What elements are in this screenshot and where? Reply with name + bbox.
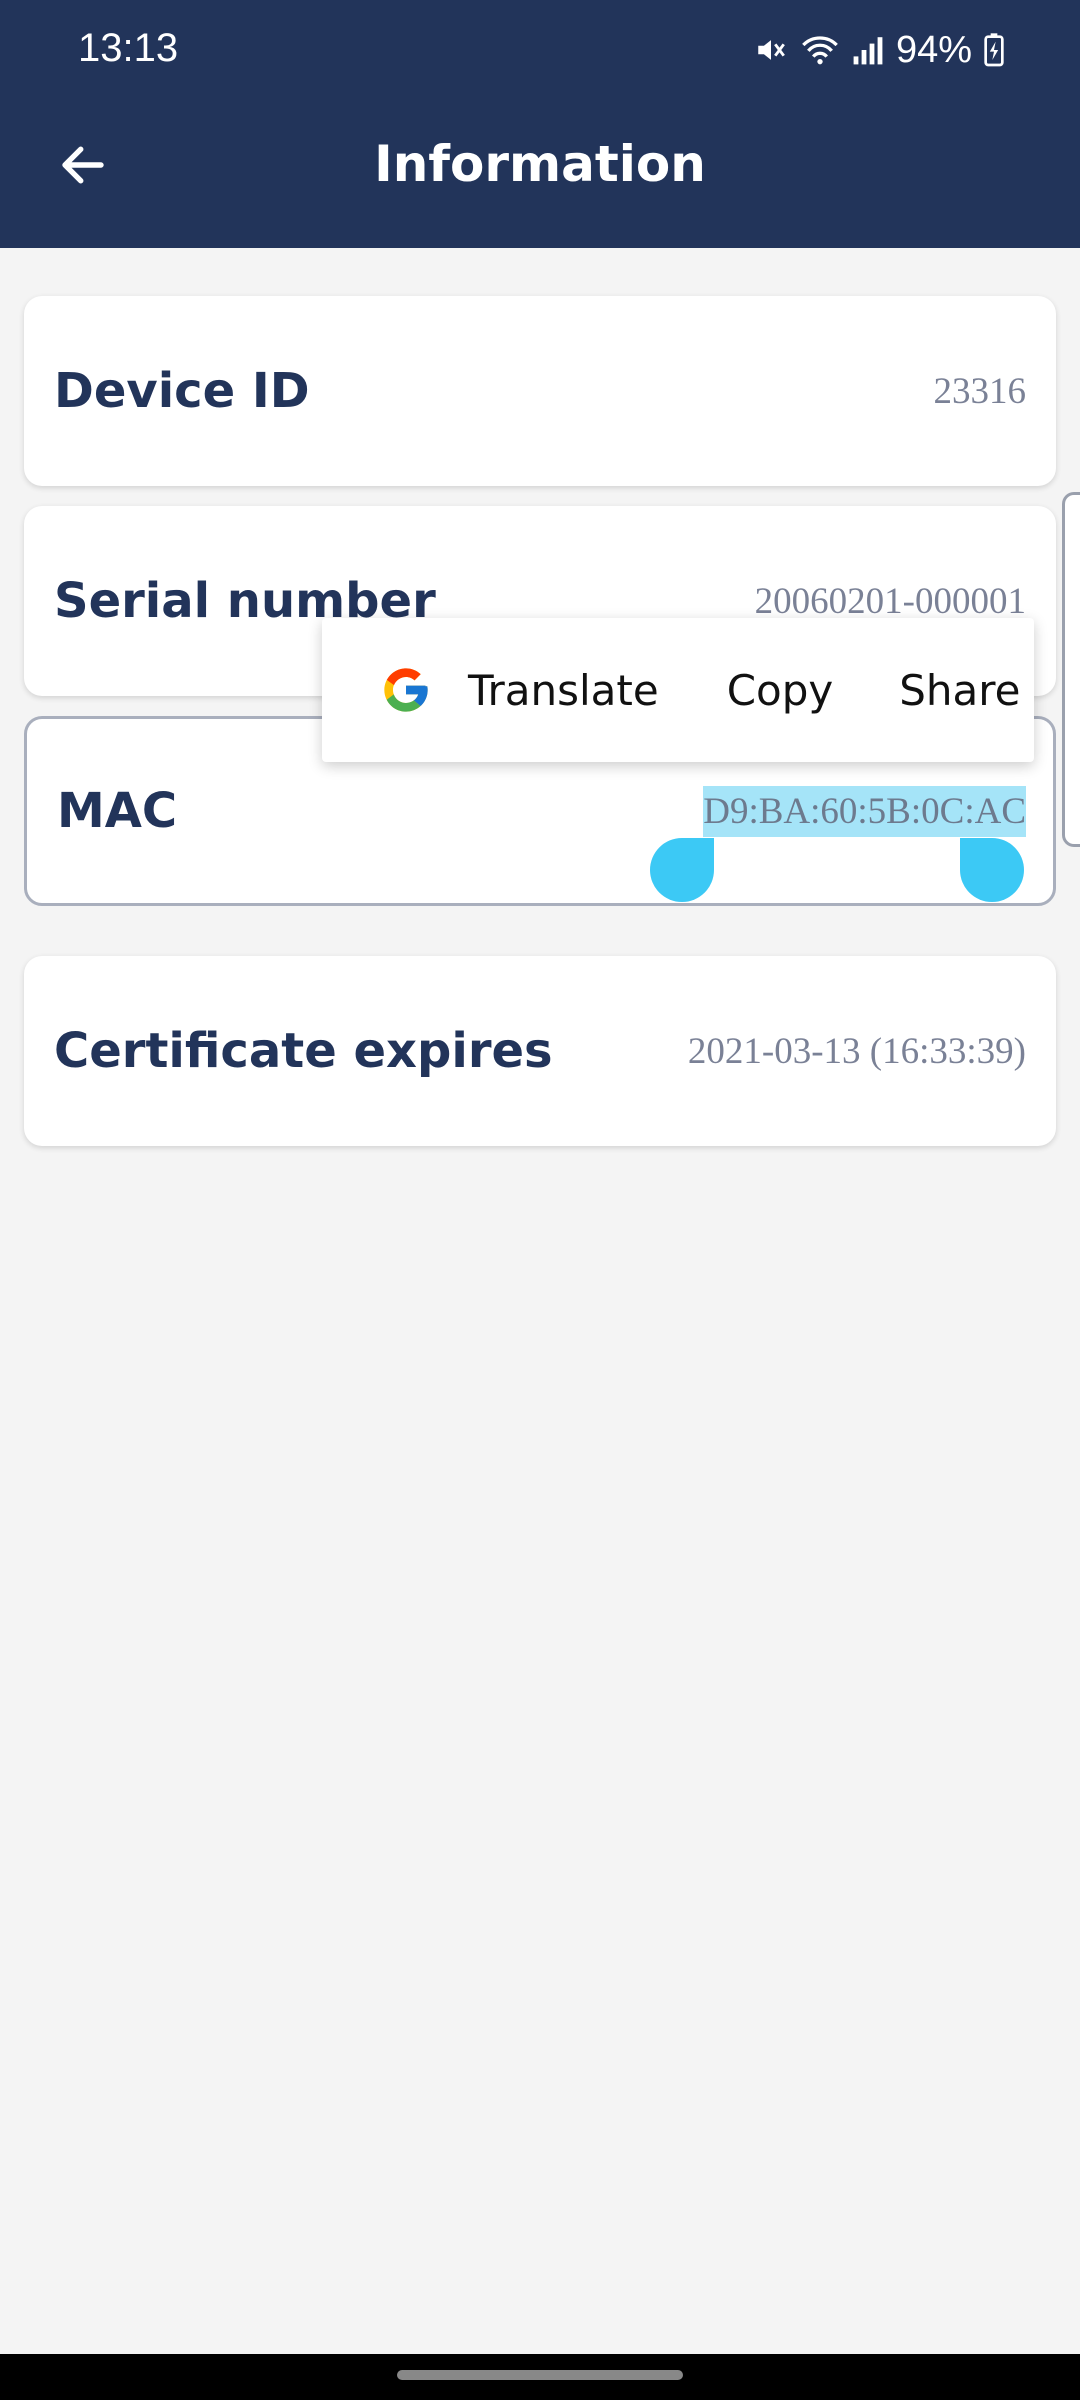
- status-icons: 94%: [754, 24, 1004, 76]
- share-menu-item[interactable]: Share: [899, 618, 1020, 762]
- certificate-expires-value: 2021-03-13 (16:33:39): [687, 1030, 1026, 1072]
- certificate-expires-label: Certificate expires: [54, 1023, 553, 1079]
- mac-label: MAC: [57, 783, 178, 839]
- copy-menu-item[interactable]: Copy: [727, 618, 834, 762]
- status-time: 13:13: [78, 26, 179, 70]
- translate-label: Translate: [468, 665, 659, 715]
- text-selection-menu: Translate Copy Share: [322, 618, 1034, 762]
- certificate-expires-card[interactable]: Certificate expires 2021-03-13 (16:33:39…: [24, 956, 1056, 1146]
- page-title: Information: [374, 135, 706, 193]
- device-id-value: 23316: [933, 370, 1027, 412]
- status-bar: 13:13 94%: [0, 0, 1080, 100]
- translate-menu-item[interactable]: Translate: [380, 618, 659, 762]
- selection-handle-start[interactable]: [650, 838, 714, 902]
- app-bar: Information: [0, 100, 1080, 248]
- selected-text[interactable]: D9:BA:60:5B:0C:AC: [703, 785, 1026, 837]
- home-indicator[interactable]: [397, 2370, 683, 2380]
- device-id-card[interactable]: Device ID 23316: [24, 296, 1056, 486]
- mute-icon: [754, 33, 788, 67]
- share-label: Share: [899, 665, 1021, 715]
- signal-icon: [852, 34, 884, 66]
- copy-label: Copy: [726, 665, 834, 715]
- edge-panel-handle[interactable]: [1062, 492, 1080, 847]
- device-id-label: Device ID: [54, 363, 310, 419]
- selection-handle-end[interactable]: [960, 838, 1024, 902]
- wifi-icon: [800, 33, 840, 67]
- battery-percent: 94%: [895, 28, 972, 71]
- system-nav-bar: [0, 2354, 1080, 2400]
- google-icon: [384, 668, 428, 712]
- battery-charging-icon: [984, 33, 1004, 67]
